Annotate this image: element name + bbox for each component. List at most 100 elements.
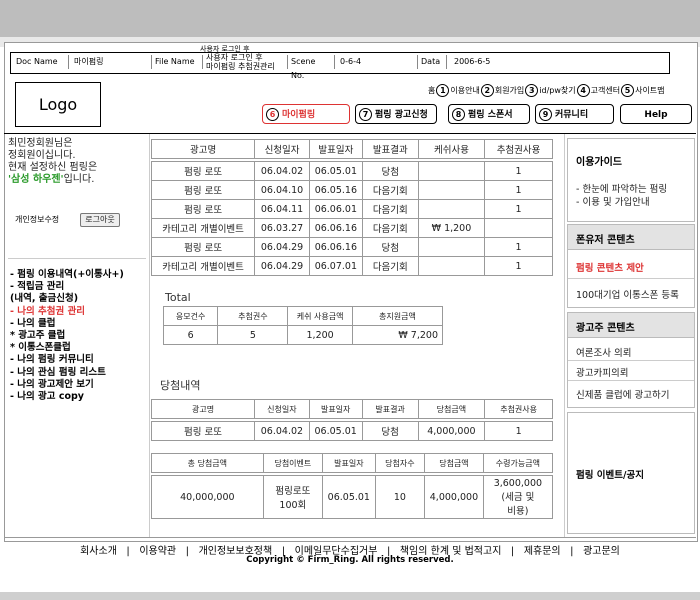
guide-link-signup[interactable]: - 이용 및 가입안내 [576,194,650,208]
ad-copy-request-link[interactable]: 광고카피의뢰 [576,365,628,379]
menu-ad-copy[interactable]: - 나의 광고 copy [10,391,148,403]
cell[interactable]: 펌링 로또 [150,421,256,441]
profile-edit-link[interactable]: 개인정보수정 [15,214,59,225]
site-logo[interactable]: Logo [15,82,101,127]
nav-community[interactable]: 9 커뮤니티 [535,104,614,124]
nav-my-firmring-label: 마이펌링 [282,110,316,120]
cell: 1 [484,421,553,441]
cell: 06.03.27 [254,218,310,238]
sponsor-register-link[interactable]: 100대기업 이통스폰 등록 [576,287,679,301]
menu-my-community[interactable]: - 나의 펌링 커뮤니티 [10,354,148,366]
cell[interactable]: 펌링 로또 [150,180,256,200]
menu-interest-list[interactable]: - 나의 관심 펌링 리스트 [10,367,148,379]
doc-name-value: 마이펌링 [74,57,104,66]
col-tickets: 추첨권수 [217,306,289,326]
total-table: 응모건수 추첨권수 케쉬 사용금액 총지원금액 6 5 1,200 ₩ 7,20… [162,306,444,345]
logout-button[interactable]: 로그아웃 [80,213,120,227]
col-winner-count: 당첨자수 [374,453,426,473]
new-product-ad-link[interactable]: 신제품 클럽에 광고하기 [576,387,669,401]
content-suggest-link[interactable]: 펌링 콘텐츠 제안 [576,260,644,274]
doc-info-bar: Doc Name 마이펌링 File Name 사용자 로그인 후 마이펌링 추첨… [10,52,670,80]
col-prize-amount: 당첨금액 [424,453,484,473]
util-link-find-id[interactable]: id/pw찾기 [539,86,575,95]
ticket-history-table: 광고명 신청일자 발표일자 발표결과 케쉬사용 추첨권사용 펌링 로또 06.04… [150,139,553,276]
num-4-icon: 4 [576,84,590,97]
num-6-icon: 6 [266,108,279,121]
cell: 06.05.01 [308,421,363,441]
prize-detail-table: 총 당첨금액 당첨이벤트 발표일자 당첨자수 당첨금액 수령가능금액 40,00… [151,453,554,519]
cell: 06.04.29 [254,256,310,276]
table-row: 펌링 로또 06.04.02 06.05.01 당첨 1 [150,161,553,181]
welcome-line-3: 현재 설정하신 펌링은 [8,162,98,173]
col-prize-event: 당첨이벤트 [262,453,324,473]
cell: 5 [217,325,289,345]
event-notice-box[interactable]: 펌링 이벤트/공지 [567,412,695,534]
cell: 10 [374,475,426,519]
col-total-support: 총지원금액 [351,306,444,326]
cell [484,218,553,238]
recv-line-2: (세금 및 [501,491,535,503]
cell[interactable]: 펌링 로또 [150,199,256,219]
num-5-icon: 5 [621,84,635,97]
left-divider [149,134,150,538]
cell: 다음기회 [361,199,419,219]
num-2-icon: 2 [480,84,494,97]
col-entries: 응모건수 [162,306,219,326]
top-gray-band [0,0,700,37]
member-welcome: 최민정회원님은 정회원이십니다. 현재 설정하신 펌링은 '삼성 하우젠'입니다… [8,138,148,186]
cell: 1 [484,237,553,257]
utility-nav: 홈 1 이용안내 2 회원가입 3 id/pw찾기 4 고객센터 5 사이트맵 [428,84,698,98]
nav-my-firmring[interactable]: 6 마이펌링 [262,104,350,124]
cell[interactable]: 카테고리 개별이벤트 [150,218,256,238]
table-header-row: 응모건수 추첨권수 케쉬 사용금액 총지원금액 [162,306,444,326]
util-link-sitemap[interactable]: 사이트맵 [635,86,664,95]
util-link-support[interactable]: 고객센터 [591,86,620,95]
scene-no-value: 0-6-4 [340,57,362,66]
table-header-row: 광고명 신청일자 발표일자 발표결과 케쉬사용 추첨권사용 [150,139,553,159]
menu-ad-proposals[interactable]: - 나의 광고제안 보기 [10,379,148,391]
file-name-label: File Name [151,55,203,69]
menu-usage-history[interactable]: - 펌링 이용내역(+이통사+) [10,269,148,281]
menu-my-club[interactable]: - 나의 클럽 [10,318,148,330]
file-name-line2: 마이펌링 추첨권관리 [206,62,275,71]
col-result: 발표결과 [361,139,419,159]
nav-help[interactable]: Help [620,104,692,124]
nav-ad-apply-label: 펌링 광고신청 [375,110,428,120]
table-row: 펌링 로또 06.04.29 06.06.16 당첨 1 [150,237,553,257]
scene-no-label: Scene No. [287,55,335,80]
menu-advertiser-club[interactable]: * 광고주 클럽 [10,330,148,342]
col-ad-name: 광고명 [150,139,256,159]
cell[interactable]: 펌링 로또 [150,161,256,181]
menu-points-sub[interactable]: (내역, 출금신청) [10,293,148,305]
data-value: 2006-6-5 [454,57,491,66]
cell[interactable]: 펌링 로또 [150,237,256,257]
cell[interactable]: 카테고리 개별이벤트 [150,256,256,276]
cell: 40,000,000 [151,475,264,519]
util-link-signup[interactable]: 회원가입 [495,86,524,95]
table-row: 펌링 로또 06.04.10 06.05.16 다음기회 1 [150,180,553,200]
welcome-line-4: '삼성 하우젠'입니다. [8,174,148,186]
cell: 06.06.16 [308,237,363,257]
nav-ad-apply[interactable]: 7 펌링 광고신청 [355,104,437,124]
right-divider [564,134,565,538]
col-announce-date: 발표일자 [308,399,363,419]
survey-request-link[interactable]: 여론조사 의뢰 [576,345,631,359]
cell: 06.04.02 [254,161,310,181]
welcome-line-2: 정회원이십니다. [8,150,76,161]
guide-link-overview[interactable]: - 한눈에 파악하는 펌링 [576,181,667,195]
cell: 06.05.01 [322,475,376,519]
event-notice-title: 펌링 이벤트/공지 [576,470,644,481]
util-link-guide[interactable]: 이용안내 [450,86,479,95]
menu-telecom-club[interactable]: * 이통스폰클럽 [10,342,148,354]
divider [568,278,694,279]
home-link[interactable]: 홈 [428,86,435,95]
event-line-2: 100회 [279,500,307,511]
cell: 06.05.01 [308,161,363,181]
col-total-prize: 총 당첨금액 [151,453,264,473]
menu-points[interactable]: - 적립금 관리 [10,281,148,293]
cell: 06.07.01 [308,256,363,276]
menu-ticket-manage[interactable]: - 나의 추첨권 관리 [10,306,148,318]
col-announce-date: 발표일자 [308,139,363,159]
col-apply-date: 신청일자 [254,139,310,159]
nav-sponsor[interactable]: 8 펌링 스폰서 [448,104,530,124]
